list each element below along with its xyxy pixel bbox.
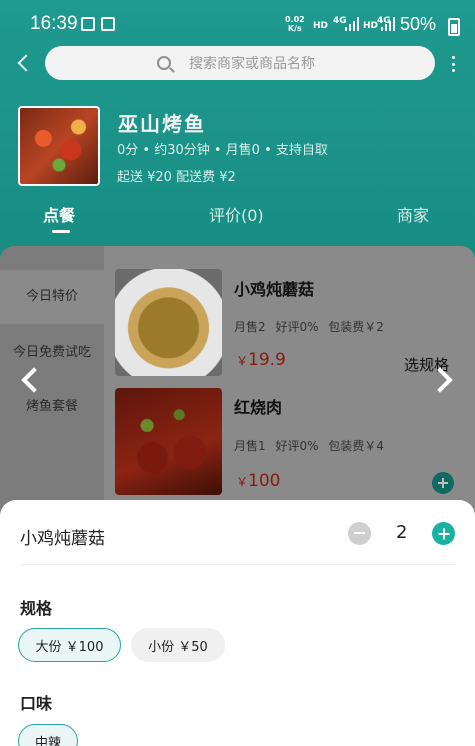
shop-fees: 起送 ¥20 配送费 ¥2 [117,170,236,185]
divider [20,564,455,565]
add-to-cart-button[interactable] [432,472,454,494]
spec-bottom-sheet: 小鸡炖蘑菇 2 规格 大份 ￥100 小份 ￥50 口味 中辣 [0,500,475,746]
product-name: 红烧肉 [234,398,283,417]
product-price: ￥100 [236,471,280,491]
spec-option-small[interactable]: 小份 ￥50 [131,628,225,662]
spec-option-large[interactable]: 大份 ￥100 [18,628,121,662]
spec-section-title: 规格 [20,599,53,618]
quantity-decrease-button[interactable] [348,522,371,545]
back-arrow-icon [17,54,35,72]
shop-meta: 0分 • 约30分钟 • 月售0 • 支持自取 [117,143,328,158]
battery-percent: 50% [400,14,437,34]
status-time: 16:39 [30,13,78,34]
sheet-product-name: 小鸡炖蘑菇 [20,529,105,549]
hd-label-1: HD [313,21,329,31]
status-bar: 16:39 0.02 K/s HD 4G HD 4G 50% [0,0,475,44]
category-today-special[interactable]: 今日特价 [0,270,104,324]
product-stats: 月售2 好评0% 包装费￥2 [234,320,384,334]
search-icon [157,56,171,70]
price-value: 100 [248,471,281,491]
shop-name: 巫山烤鱼 [118,112,206,136]
notification-icon [101,17,115,31]
product-price: ￥19.9 [236,350,286,370]
price-value: 19.9 [248,350,286,370]
quantity-increase-button[interactable] [432,522,455,545]
taste-option-medium-spicy[interactable]: 中辣 [18,724,78,746]
quantity-value: 2 [396,522,408,543]
signal-icon-2 [381,16,395,31]
shop-tabs: 点餐 评价(0) 商家 [0,202,475,236]
network-speed-value: 0.02 [285,15,305,24]
shop-header: 16:39 0.02 K/s HD 4G HD 4G 50% 搜索商家或商品名称… [0,0,475,260]
next-arrow-icon[interactable] [426,358,462,402]
more-options-icon[interactable] [446,54,460,74]
tab-active-indicator [52,230,70,233]
product-image[interactable] [115,388,222,495]
product-stats: 月售1 好评0% 包装费￥4 [234,439,384,453]
tab-reviews[interactable]: 评价(0) [209,202,264,226]
battery-icon [448,18,460,36]
network-speed-unit: K/s [287,24,302,33]
price-currency: ￥ [236,354,249,368]
tab-order[interactable]: 点餐 [43,202,75,226]
taste-section-title: 口味 [20,694,53,713]
price-currency: ￥ [236,475,249,489]
product-image[interactable] [115,269,222,376]
network-speed: 0.02 K/s [285,15,305,33]
previous-arrow-icon[interactable] [12,358,48,402]
gallery-icon [81,17,95,31]
search-input[interactable]: 搜索商家或商品名称 [45,46,435,80]
signal-icon-1 [345,16,359,31]
tab-merchant[interactable]: 商家 [397,202,429,226]
product-name: 小鸡炖蘑菇 [234,280,315,299]
back-button[interactable] [10,48,38,78]
hd-label-2: HD [363,21,379,31]
search-placeholder: 搜索商家或商品名称 [189,56,315,72]
shop-logo [18,106,100,186]
